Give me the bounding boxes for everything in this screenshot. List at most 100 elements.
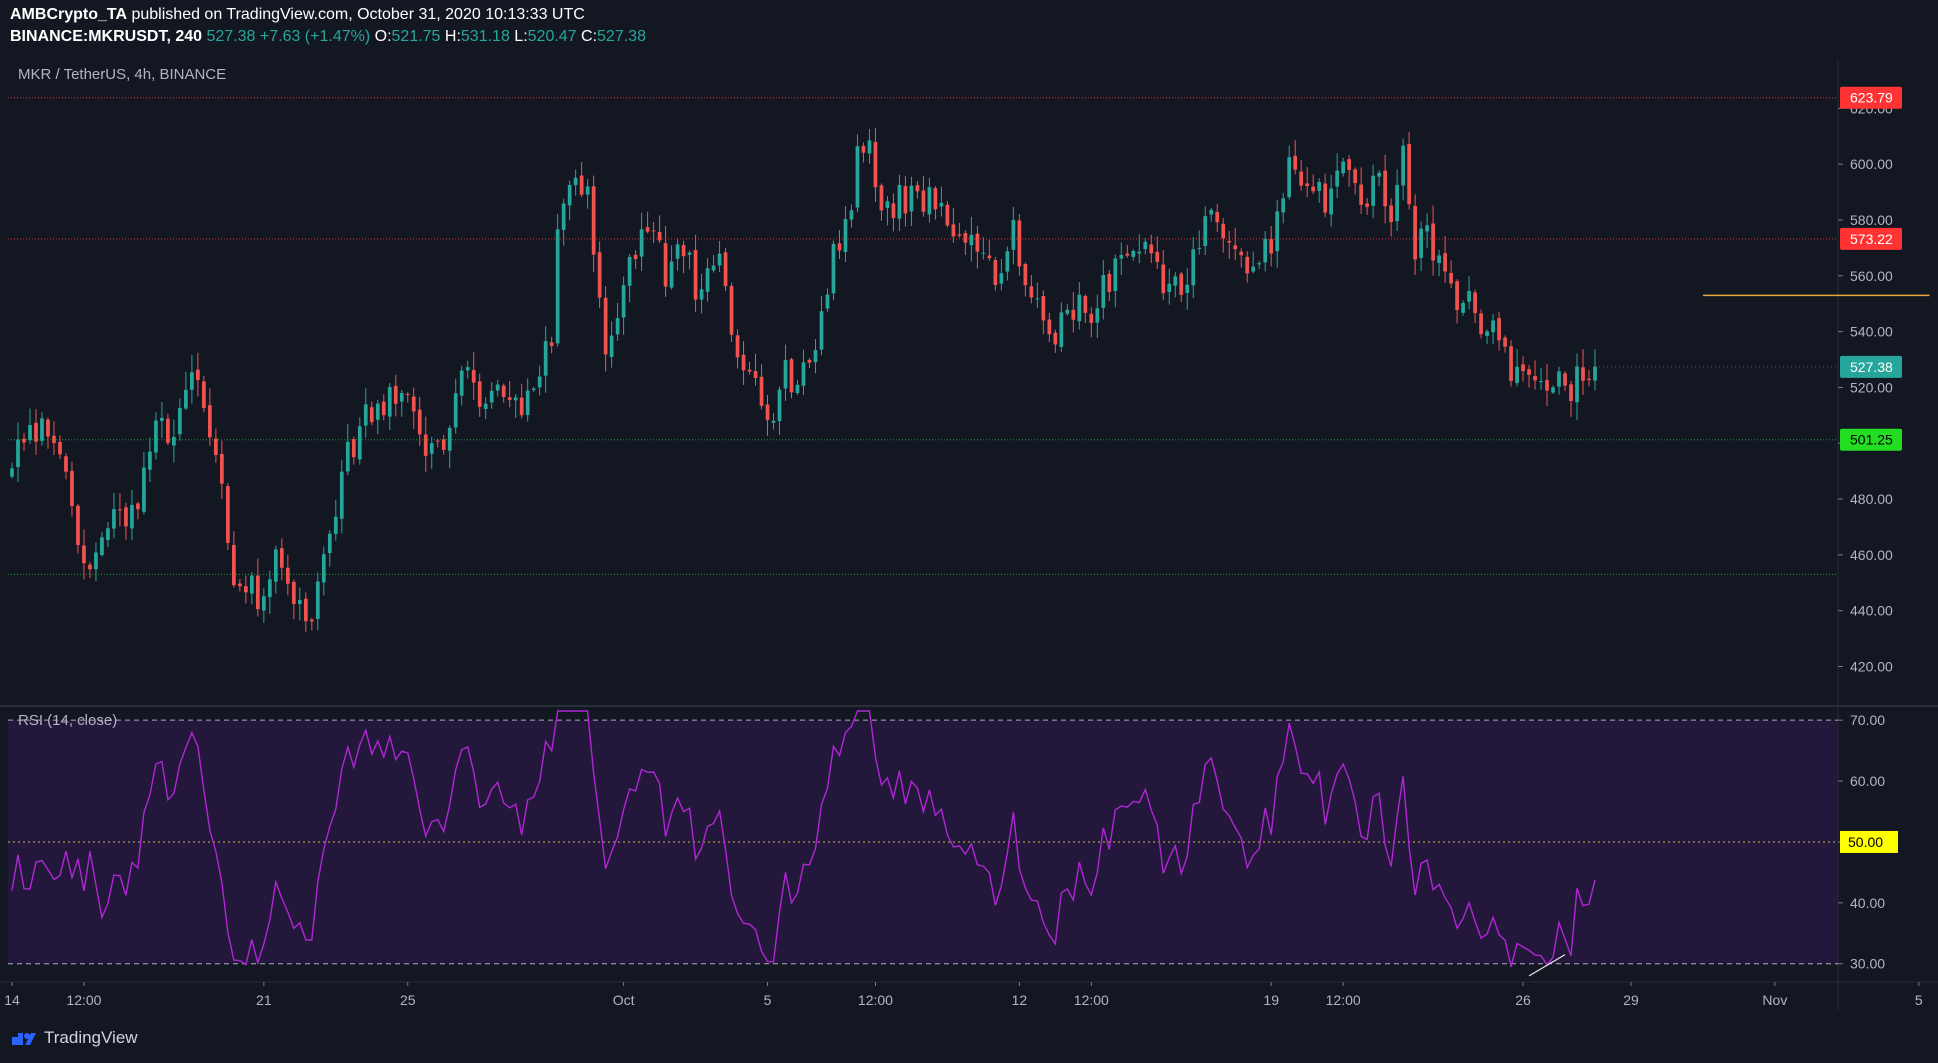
candle-body[interactable] xyxy=(1329,188,1334,215)
candle-body[interactable] xyxy=(1059,312,1064,347)
candle-body[interactable] xyxy=(825,294,830,309)
candle-body[interactable] xyxy=(1029,286,1034,298)
candle-body[interactable] xyxy=(1293,155,1298,170)
candle-body[interactable] xyxy=(160,417,164,421)
candle-body[interactable] xyxy=(124,507,128,527)
candle-body[interactable] xyxy=(1053,332,1058,345)
candle-body[interactable] xyxy=(585,186,590,195)
candle-body[interactable] xyxy=(1173,276,1178,286)
candle-body[interactable] xyxy=(22,438,26,443)
candle-body[interactable] xyxy=(70,470,74,507)
candles[interactable] xyxy=(10,128,1597,632)
candle-body[interactable] xyxy=(1113,258,1118,291)
candle-body[interactable] xyxy=(381,401,386,416)
candle-body[interactable] xyxy=(1437,255,1441,264)
candle-body[interactable] xyxy=(717,253,722,266)
candle-body[interactable] xyxy=(441,439,446,450)
candle-body[interactable] xyxy=(645,227,650,232)
candle-body[interactable] xyxy=(459,370,464,396)
candle-body[interactable] xyxy=(1137,251,1142,254)
candle-body[interactable] xyxy=(807,359,812,363)
candle-body[interactable] xyxy=(1077,294,1082,322)
candle-body[interactable] xyxy=(16,439,20,467)
candle-body[interactable] xyxy=(255,575,260,610)
candle-body[interactable] xyxy=(699,289,704,300)
candle-body[interactable] xyxy=(621,285,626,318)
candle-body[interactable] xyxy=(447,427,452,451)
candle-body[interactable] xyxy=(567,184,572,206)
candle-body[interactable] xyxy=(1527,369,1531,375)
candle-body[interactable] xyxy=(1431,223,1435,261)
candle-body[interactable] xyxy=(1479,313,1483,335)
candle-body[interactable] xyxy=(1347,159,1352,170)
candle-body[interactable] xyxy=(1155,251,1160,262)
candle-body[interactable] xyxy=(1467,291,1471,302)
candle-body[interactable] xyxy=(753,371,758,379)
candle-body[interactable] xyxy=(1317,181,1322,191)
candle-body[interactable] xyxy=(1563,373,1567,386)
candle-body[interactable] xyxy=(723,252,728,287)
candle-body[interactable] xyxy=(76,505,80,545)
candle-body[interactable] xyxy=(687,252,692,255)
candle-body[interactable] xyxy=(1473,292,1477,314)
candle-body[interactable] xyxy=(357,426,362,460)
candle-body[interactable] xyxy=(837,243,842,251)
candle-body[interactable] xyxy=(537,376,542,388)
candle-body[interactable] xyxy=(1581,367,1585,381)
candle-body[interactable] xyxy=(1287,157,1292,198)
candle-body[interactable] xyxy=(94,552,98,570)
candle-body[interactable] xyxy=(705,268,710,292)
candle-body[interactable] xyxy=(136,503,140,510)
candle-body[interactable] xyxy=(933,188,938,210)
candle-body[interactable] xyxy=(1371,175,1375,206)
candle-body[interactable] xyxy=(1587,378,1591,381)
candle-body[interactable] xyxy=(927,187,932,215)
candle-body[interactable] xyxy=(1569,384,1573,402)
candle-body[interactable] xyxy=(1179,273,1184,295)
candle-body[interactable] xyxy=(1503,337,1507,347)
candle-body[interactable] xyxy=(417,409,422,435)
candle-body[interactable] xyxy=(939,202,944,207)
candle-body[interactable] xyxy=(555,229,560,344)
candle-body[interactable] xyxy=(429,443,434,454)
candle-body[interactable] xyxy=(423,434,428,456)
candle-body[interactable] xyxy=(573,177,578,186)
candle-body[interactable] xyxy=(1413,206,1417,260)
candle-body[interactable] xyxy=(987,255,992,259)
candle-body[interactable] xyxy=(957,234,962,236)
candle-body[interactable] xyxy=(1191,249,1196,286)
candle-body[interactable] xyxy=(861,145,866,153)
candle-body[interactable] xyxy=(220,453,224,484)
candle-body[interactable] xyxy=(963,233,968,243)
candle-body[interactable] xyxy=(339,471,344,519)
candle-body[interactable] xyxy=(1269,239,1274,254)
candle-body[interactable] xyxy=(777,389,782,422)
candle-body[interactable] xyxy=(1107,273,1112,292)
candle-body[interactable] xyxy=(405,394,410,396)
candle-body[interactable] xyxy=(1533,376,1537,381)
candle-body[interactable] xyxy=(196,369,200,381)
candle-body[interactable] xyxy=(64,456,68,472)
candle-body[interactable] xyxy=(291,581,296,605)
candle-body[interactable] xyxy=(1035,298,1040,300)
candle-body[interactable] xyxy=(315,581,320,619)
candle-body[interactable] xyxy=(309,619,314,622)
candle-body[interactable] xyxy=(190,372,194,390)
candle-body[interactable] xyxy=(1383,170,1387,207)
candle-body[interactable] xyxy=(261,596,266,611)
candle-body[interactable] xyxy=(1209,209,1214,215)
candle-body[interactable] xyxy=(184,389,188,409)
candle-body[interactable] xyxy=(609,335,614,357)
candle-body[interactable] xyxy=(1023,263,1028,286)
candle-body[interactable] xyxy=(501,385,506,398)
candle-body[interactable] xyxy=(1197,247,1202,249)
candle-body[interactable] xyxy=(1323,183,1328,213)
candle-body[interactable] xyxy=(1419,228,1423,258)
candle-body[interactable] xyxy=(88,564,92,570)
candle-body[interactable] xyxy=(387,387,392,417)
candle-body[interactable] xyxy=(172,436,176,446)
candle-body[interactable] xyxy=(1575,366,1579,403)
candle-body[interactable] xyxy=(154,420,158,453)
candle-body[interactable] xyxy=(1311,186,1316,192)
candle-body[interactable] xyxy=(237,583,242,587)
